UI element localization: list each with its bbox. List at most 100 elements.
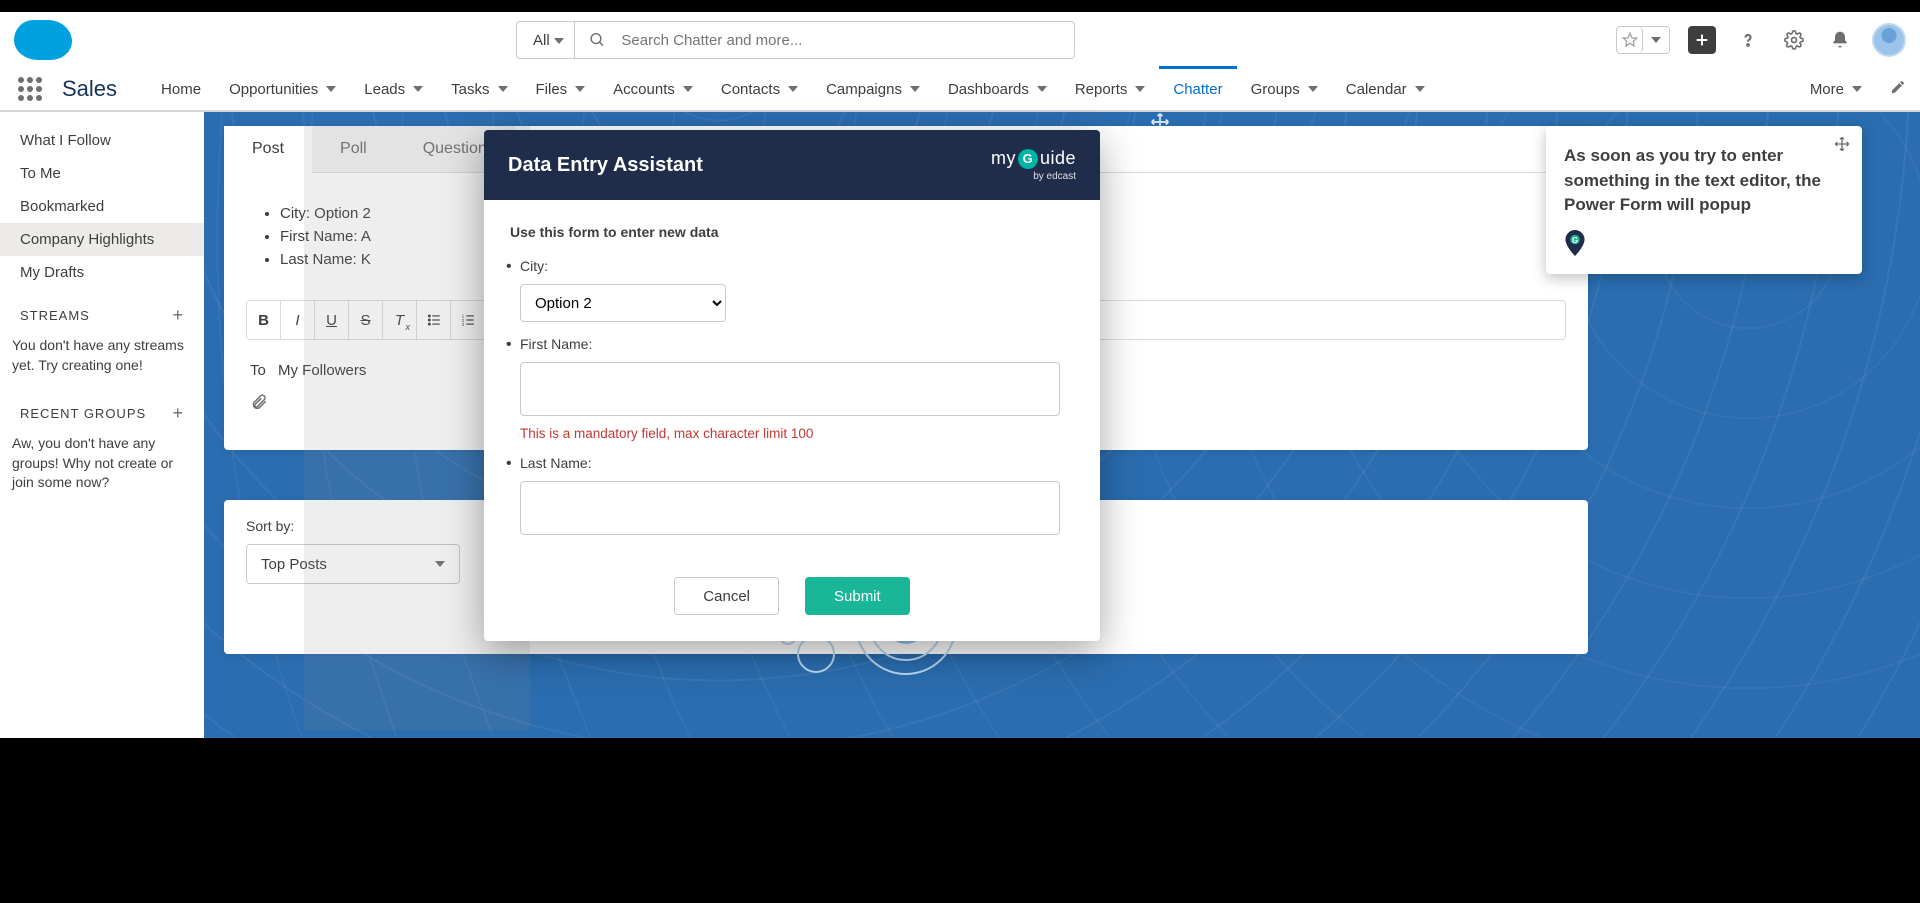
- last-name-input[interactable]: [520, 481, 1060, 535]
- chevron-down-icon: [413, 86, 423, 92]
- chevron-down-icon: [326, 86, 336, 92]
- setup-gear-icon[interactable]: [1780, 26, 1808, 54]
- search-scope-dropdown[interactable]: All: [516, 21, 575, 59]
- modal-header: Data Entry Assistant myGuide by edcast: [484, 130, 1100, 200]
- chevron-down-icon: [1308, 86, 1318, 92]
- paperclip-icon: [250, 393, 268, 411]
- chevron-down-icon: [683, 86, 693, 92]
- edit-nav-pencil-icon[interactable]: [1890, 79, 1906, 100]
- tooltip-text: As soon as you try to enter something in…: [1564, 144, 1840, 218]
- nav-item-dashboards[interactable]: Dashboards: [934, 68, 1061, 110]
- tooltip-move-icon[interactable]: [1834, 136, 1850, 157]
- search-icon: [589, 31, 606, 49]
- nav-item-label: Calendar: [1346, 81, 1407, 98]
- sort-by-value: Top Posts: [261, 556, 327, 573]
- submit-button[interactable]: Submit: [805, 577, 910, 615]
- nav-item-opportunities[interactable]: Opportunities: [215, 68, 350, 110]
- nav-item-contacts[interactable]: Contacts: [707, 68, 812, 110]
- myguide-logo: myGuide: [991, 148, 1076, 169]
- sidebar-item[interactable]: Bookmarked: [0, 190, 204, 223]
- nav-more[interactable]: More: [1796, 68, 1876, 110]
- first-name-label: First Name:: [520, 336, 592, 352]
- composer-tab-poll[interactable]: Poll: [312, 126, 395, 172]
- sidebar-item[interactable]: My Drafts: [0, 256, 204, 289]
- global-header: All: [0, 12, 1920, 68]
- nav-item-chatter[interactable]: Chatter: [1159, 68, 1236, 110]
- italic-button[interactable]: I: [281, 301, 315, 339]
- composer-tab-post[interactable]: Post: [224, 126, 312, 174]
- nav-bar: Sales Home Opportunities Leads Tasks Files Ac…: [0, 68, 1920, 112]
- nav-item-campaigns[interactable]: Campaigns: [812, 68, 934, 110]
- left-sidebar: What I FollowTo MeBookmarkedCompany High…: [0, 112, 204, 738]
- nav-item-tasks[interactable]: Tasks: [437, 68, 521, 110]
- star-icon[interactable]: [1617, 27, 1643, 53]
- last-name-label: Last Name:: [520, 455, 592, 471]
- global-search[interactable]: [575, 21, 1075, 59]
- nav-item-leads[interactable]: Leads: [350, 68, 437, 110]
- nav-item-groups[interactable]: Groups: [1237, 68, 1332, 110]
- chevron-down-icon: [1037, 86, 1047, 92]
- add-group-button[interactable]: +: [172, 403, 184, 424]
- underline-button[interactable]: U: [315, 301, 349, 339]
- global-add-button[interactable]: [1688, 26, 1716, 54]
- chevron-down-icon: [1135, 86, 1145, 92]
- help-icon[interactable]: [1734, 26, 1762, 54]
- nav-item-label: Leads: [364, 81, 405, 98]
- nav-item-label: Accounts: [613, 81, 675, 98]
- search-input[interactable]: [621, 32, 1059, 49]
- nav-item-reports[interactable]: Reports: [1061, 68, 1160, 110]
- app-launcher-icon[interactable]: [14, 73, 46, 105]
- nav-item-label: Opportunities: [229, 81, 318, 98]
- sidebar-item[interactable]: Company Highlights: [0, 223, 204, 256]
- nav-item-calendar[interactable]: Calendar: [1332, 68, 1439, 110]
- nav-item-label: Home: [161, 81, 201, 98]
- add-stream-button[interactable]: +: [172, 305, 184, 326]
- sidebar-item[interactable]: What I Follow: [0, 124, 204, 157]
- first-name-error: This is a mandatory field, max character…: [520, 426, 1074, 441]
- data-entry-modal: Data Entry Assistant myGuide by edcast U…: [484, 130, 1100, 641]
- recent-groups-heading: RECENT GROUPS: [20, 406, 146, 421]
- notifications-bell-icon[interactable]: [1826, 26, 1854, 54]
- strikethrough-button[interactable]: S: [349, 301, 383, 339]
- nav-item-label: Files: [536, 81, 568, 98]
- app-name: Sales: [62, 76, 117, 102]
- myguide-subtitle: by edcast: [991, 171, 1076, 182]
- numbered-list-button[interactable]: 123: [451, 301, 485, 339]
- chevron-down-icon: [1415, 86, 1425, 92]
- bold-button[interactable]: B: [247, 301, 281, 339]
- nav-item-home[interactable]: Home: [147, 68, 215, 110]
- nav-more-label: More: [1810, 81, 1844, 98]
- streams-empty-text: You don't have any streams yet. Try crea…: [0, 332, 204, 387]
- svg-text:G: G: [1572, 236, 1578, 245]
- guide-marker-icon: G: [1564, 230, 1586, 256]
- nav-item-label: Tasks: [451, 81, 489, 98]
- streams-heading: STREAMS: [20, 308, 90, 323]
- svg-text:3: 3: [462, 322, 465, 327]
- nav-item-label: Groups: [1251, 81, 1300, 98]
- sort-by-select[interactable]: Top Posts: [246, 544, 460, 584]
- nav-item-label: Campaigns: [826, 81, 902, 98]
- favorites-combo[interactable]: [1616, 26, 1670, 54]
- to-value[interactable]: My Followers: [278, 362, 366, 379]
- to-label: To: [250, 362, 266, 379]
- cancel-button[interactable]: Cancel: [674, 577, 779, 615]
- groups-empty-text: Aw, you don't have any groups! Why not c…: [0, 430, 204, 505]
- chevron-down-icon: [788, 86, 798, 92]
- nav-item-label: Reports: [1075, 81, 1128, 98]
- chevron-down-icon: [498, 86, 508, 92]
- city-select[interactable]: Option 2: [520, 284, 726, 322]
- nav-item-accounts[interactable]: Accounts: [599, 68, 707, 110]
- sidebar-item[interactable]: To Me: [0, 157, 204, 190]
- clear-format-button[interactable]: T: [383, 301, 417, 339]
- nav-item-files[interactable]: Files: [522, 68, 600, 110]
- modal-intro: Use this form to enter new data: [510, 224, 1074, 240]
- user-avatar[interactable]: [1872, 23, 1906, 57]
- first-name-input[interactable]: [520, 362, 1060, 416]
- bulleted-list-button[interactable]: [417, 301, 451, 339]
- chevron-down-icon: [910, 86, 920, 92]
- plus-icon: [1694, 32, 1710, 48]
- chevron-down-icon: [575, 86, 585, 92]
- favorites-dropdown-icon[interactable]: [1643, 27, 1669, 53]
- city-label: City:: [520, 258, 548, 274]
- nav-item-label: Contacts: [721, 81, 780, 98]
